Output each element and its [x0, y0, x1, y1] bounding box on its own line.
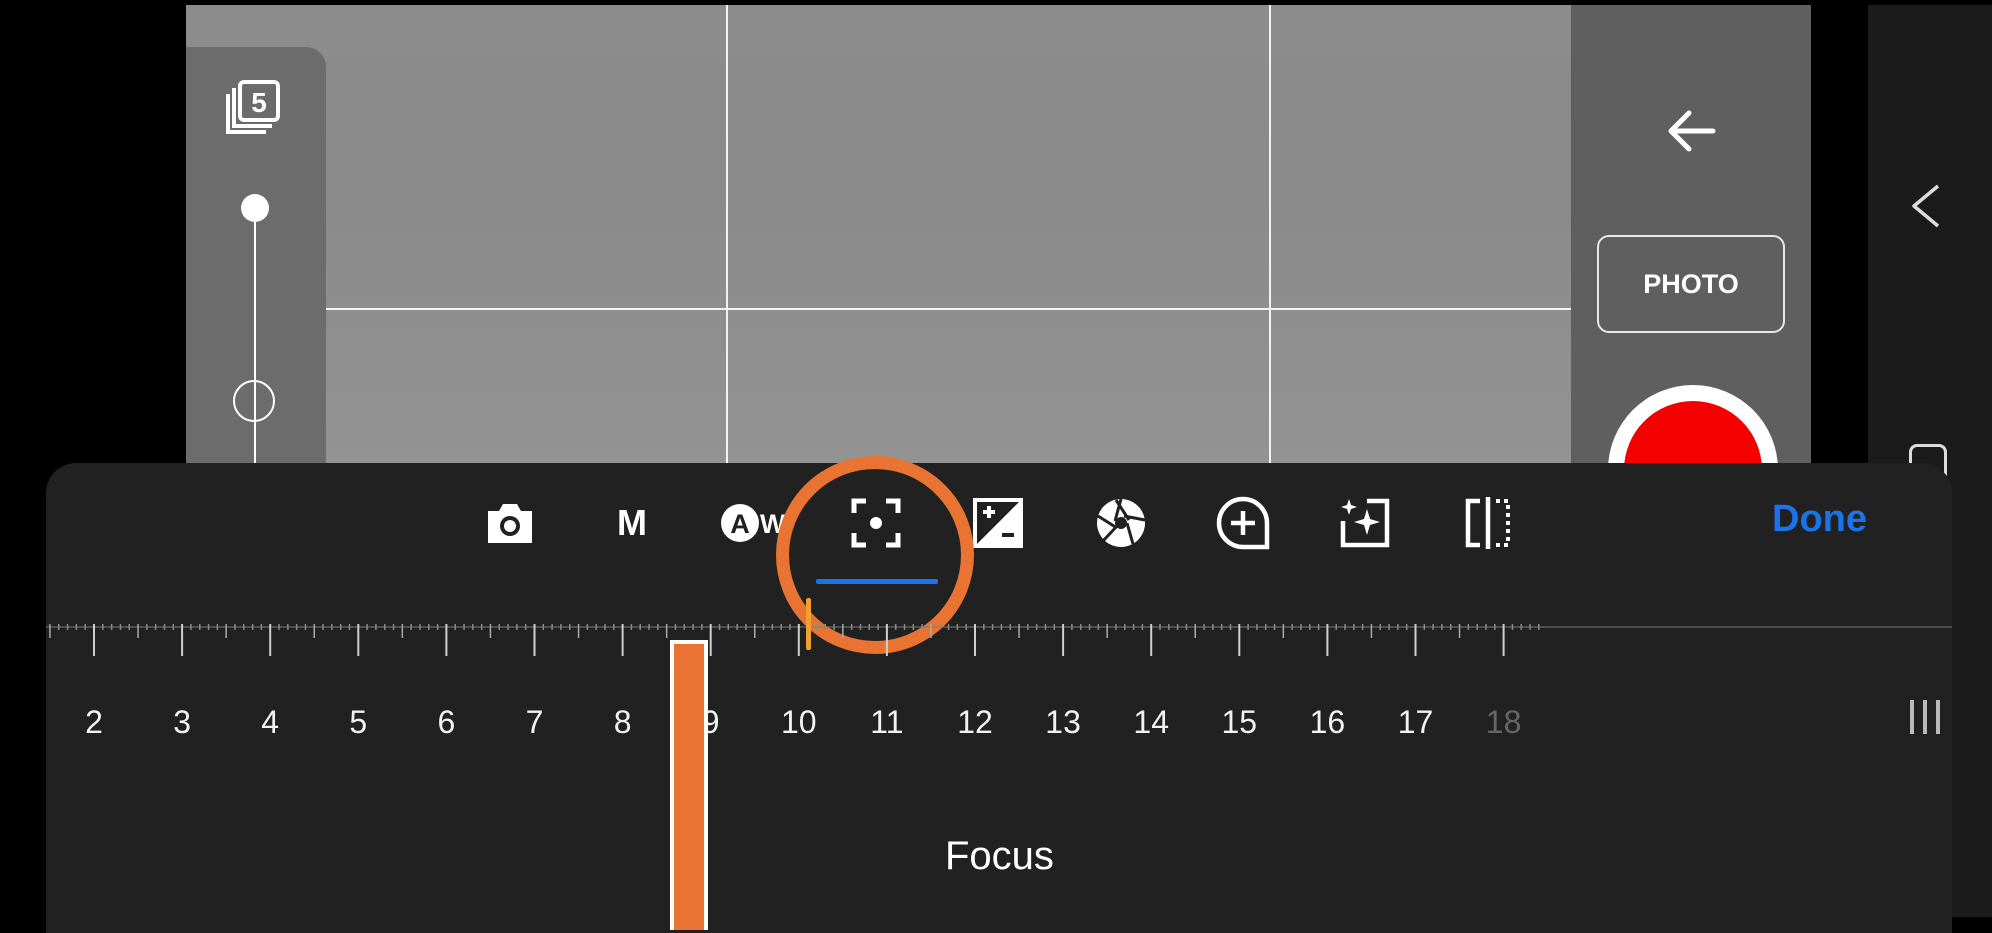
tab-manual-mode[interactable]: M: [599, 490, 665, 556]
back-button[interactable]: [1665, 107, 1717, 155]
scale-tick-label: 15: [1221, 704, 1258, 740]
scale-tick-label: 7: [525, 704, 544, 740]
scale-tick-label: 16: [1309, 704, 1346, 740]
scale-tick-label: 17: [1397, 704, 1434, 740]
camera-viewfinder[interactable]: [186, 5, 1811, 465]
tab-camera[interactable]: [477, 490, 543, 556]
scale-ticks: [46, 624, 1952, 656]
split-compare-icon: [1465, 497, 1510, 549]
setting-label: Focus: [945, 834, 1054, 878]
scale-tick-label: 10: [781, 704, 817, 740]
auto-white-balance-icon: A W: [721, 504, 786, 542]
grid-line: [1269, 5, 1271, 465]
focus-icon: [851, 498, 901, 548]
scale-tick-label: 11: [870, 704, 904, 740]
camera-icon: [488, 504, 532, 543]
scale-tick-label: 14: [1133, 704, 1169, 740]
scale-tick-label: 2: [85, 704, 103, 740]
enhance-icon: [1340, 498, 1390, 548]
scale-tick-label: 4: [261, 704, 280, 740]
scale-tick-label: 8: [613, 704, 632, 740]
burst-shot-button[interactable]: 5: [224, 78, 284, 138]
tab-exposure[interactable]: [965, 490, 1031, 556]
scale-tick-label: 6: [437, 704, 456, 740]
scale-end-bars-icon: [1910, 700, 1940, 734]
focus-scale[interactable]: 2 3 4 5 6 7 8 9 10 11 12 13 14 15 16 17 18: [46, 590, 1952, 750]
grid-line: [186, 308, 1811, 310]
exposure-compensation-icon: [973, 498, 1023, 548]
scale-tick-label: 5: [349, 704, 368, 740]
scale-tick-label: 18: [1485, 704, 1522, 740]
grid-line: [726, 5, 728, 465]
aperture-icon: [1097, 498, 1146, 547]
scale-end-icon: [1906, 698, 1944, 736]
tab-split-compare[interactable]: [1455, 490, 1521, 556]
zoom-preset-ring[interactable]: [233, 380, 275, 422]
tab-enhance[interactable]: [1332, 490, 1398, 556]
burst-count: 5: [251, 87, 267, 118]
tab-add[interactable]: [1210, 490, 1276, 556]
done-button[interactable]: Done: [1772, 498, 1868, 552]
svg-text:A: A: [730, 509, 750, 539]
burst-icon: 5: [226, 80, 280, 134]
add-icon: [1216, 496, 1270, 550]
tab-white-balance[interactable]: A W: [718, 490, 798, 556]
focus-slider-handle[interactable]: [669, 640, 708, 930]
back-chevron-icon: [1912, 184, 1940, 228]
tab-focus[interactable]: [843, 490, 909, 556]
zoom-slider-track[interactable]: [254, 208, 256, 468]
selected-tab-indicator: [816, 579, 938, 584]
arrow-left-icon: [1668, 110, 1716, 152]
svg-text:W: W: [760, 509, 786, 539]
scale-tick-label: 12: [957, 704, 993, 740]
zoom-slider-knob[interactable]: [241, 194, 269, 222]
nav-back-button[interactable]: [1908, 183, 1944, 229]
current-focus-marker: [805, 598, 811, 650]
scale-tick-label: 13: [1045, 704, 1081, 740]
manual-mode-icon: M: [617, 502, 647, 543]
tab-aperture[interactable]: [1088, 490, 1154, 556]
scale-tick-label: 3: [173, 704, 191, 740]
capture-mode-button[interactable]: PHOTO: [1597, 235, 1785, 333]
